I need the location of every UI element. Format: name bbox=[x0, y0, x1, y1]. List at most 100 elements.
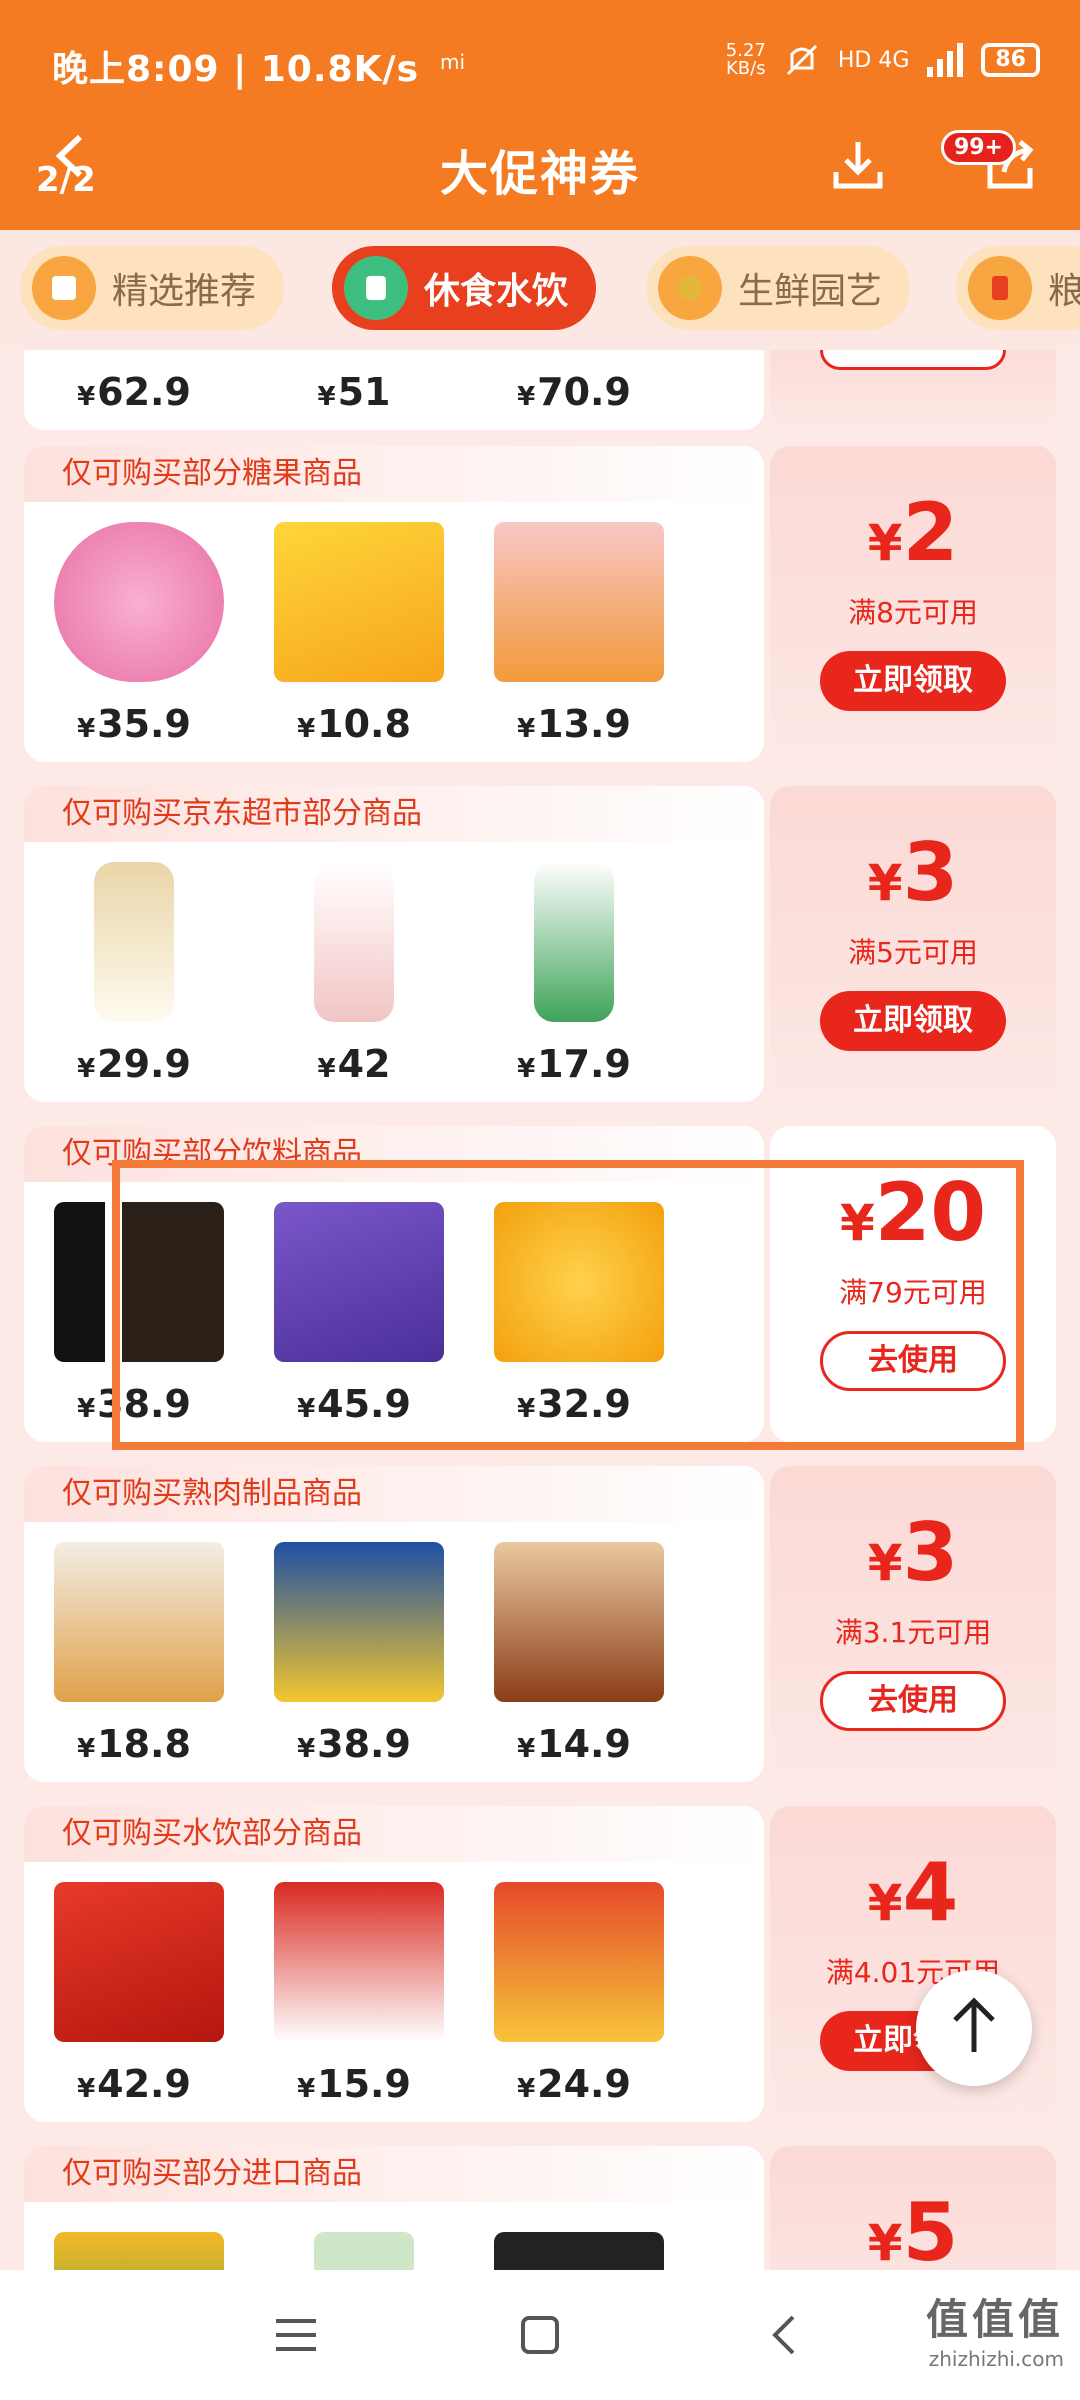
coupon-amount: ¥4 bbox=[867, 1846, 959, 1939]
product-price: ¥62.9 bbox=[77, 370, 191, 414]
product-item[interactable]: ¥17.9 bbox=[474, 842, 674, 1102]
arrow-up-icon bbox=[953, 1997, 995, 2052]
product-price: ¥45.9 bbox=[297, 1382, 411, 1426]
coupon-card-offer bbox=[770, 350, 1056, 430]
tab-label: 粮 bbox=[1048, 271, 1080, 312]
canned-peach-image bbox=[494, 1202, 664, 1362]
product-item[interactable]: ¥38.9 bbox=[34, 1182, 234, 1442]
product-item[interactable]: ¥51 bbox=[254, 350, 454, 430]
net-speed: 5.27 KB/s bbox=[725, 40, 766, 79]
claim-button[interactable]: 立即领取 bbox=[820, 651, 1006, 711]
product-item[interactable]: ¥38.9 bbox=[254, 1522, 454, 1782]
coupon-scope-label: 仅可购买部分饮料商品 bbox=[24, 1126, 764, 1182]
tab-label: 休食水饮 bbox=[424, 271, 569, 312]
tab-label: 精选推荐 bbox=[112, 271, 257, 312]
product-item[interactable]: ¥32.9 bbox=[474, 1182, 674, 1442]
coupon-card-products: 仅可购买部分进口商品 bbox=[24, 2146, 764, 2270]
product-price: ¥17.9 bbox=[517, 1042, 631, 1086]
signal-icon bbox=[927, 43, 964, 77]
coupon-condition: 满8元可用 bbox=[848, 596, 978, 629]
scroll-to-top-button[interactable] bbox=[916, 1970, 1032, 2086]
imported-box-image bbox=[494, 2232, 664, 2270]
product-item[interactable]: ¥24.9 bbox=[474, 1862, 674, 2122]
coupon-scope-label: 仅可购买部分糖果商品 bbox=[24, 446, 764, 502]
product-price: ¥42.9 bbox=[77, 2062, 191, 2106]
product-price: ¥38.9 bbox=[77, 1382, 191, 1426]
candy-jar-image bbox=[54, 522, 224, 682]
page-title: 大促神券 bbox=[439, 146, 640, 202]
coupon-amount: ¥3 bbox=[867, 1506, 959, 1599]
coupon-card-products: 仅可购买京东超市部分商品 ¥29.9 ¥42 ¥17.9 bbox=[24, 786, 764, 1102]
tab-label: 生鲜园艺 bbox=[738, 271, 883, 312]
product-price: ¥35.9 bbox=[77, 702, 191, 746]
product-item[interactable]: ¥35.9 bbox=[34, 502, 234, 762]
coupon-scope-label: 仅可购买水饮部分商品 bbox=[24, 1806, 764, 1862]
mi-icon: mi bbox=[440, 50, 466, 74]
product-item[interactable] bbox=[474, 2202, 674, 2270]
product-item[interactable]: ¥62.9 bbox=[34, 350, 234, 430]
status-time-speed: 晚上8:09 | 10.8K/s bbox=[52, 49, 420, 90]
imported-drink-image bbox=[54, 2232, 224, 2270]
grain-icon bbox=[968, 256, 1032, 320]
coupon-card-products: 仅可购买部分饮料商品 ¥38.9 ¥45.9 ¥32.9 bbox=[24, 1126, 764, 1442]
coupon-amount: ¥3 bbox=[867, 826, 959, 919]
grape-soda-image bbox=[274, 1202, 444, 1362]
nav-back-button[interactable] bbox=[744, 2300, 824, 2370]
milk-bottle-image bbox=[94, 862, 174, 1022]
black-water-image bbox=[54, 1202, 224, 1362]
product-item[interactable] bbox=[34, 2202, 234, 2270]
mute-icon bbox=[786, 44, 817, 76]
home-square-icon bbox=[521, 2316, 559, 2354]
coupon-card-offer: ¥5 bbox=[770, 2146, 1056, 2270]
product-item[interactable]: ¥14.9 bbox=[474, 1522, 674, 1782]
product-price: ¥29.9 bbox=[77, 1042, 191, 1086]
jelly-bag-image bbox=[494, 1882, 664, 2042]
product-price: ¥14.9 bbox=[517, 1722, 631, 1766]
tab-featured[interactable]: 精选推荐 bbox=[20, 246, 285, 330]
system-nav-bar: 值值值 zhizhizhi.com bbox=[0, 2270, 1080, 2400]
product-item[interactable]: ¥42 bbox=[254, 842, 454, 1102]
product-price: ¥15.9 bbox=[297, 2062, 411, 2106]
coupon-condition: 满79元可用 bbox=[839, 1276, 987, 1309]
menu-icon bbox=[276, 2319, 316, 2351]
coupon-condition: 满3.1元可用 bbox=[834, 1616, 992, 1649]
coupon-amount: ¥2 bbox=[867, 486, 959, 579]
coupon-action-button[interactable] bbox=[820, 350, 1006, 370]
product-item[interactable]: ¥45.9 bbox=[254, 1182, 454, 1442]
claim-button[interactable]: 立即领取 bbox=[820, 991, 1006, 1051]
coupon-card-products: ¥62.9 ¥51 ¥70.9 bbox=[24, 350, 764, 430]
product-item[interactable]: ¥13.9 bbox=[474, 502, 674, 762]
snacks-icon bbox=[344, 256, 408, 320]
durian-icon bbox=[658, 256, 722, 320]
tab-snacks-drinks[interactable]: 休食水饮 bbox=[332, 246, 597, 330]
product-price: ¥42 bbox=[317, 1042, 391, 1086]
coupon-card-offer: ¥4 满4.01元可用 立即领取 bbox=[770, 1806, 1056, 2122]
featured-icon bbox=[32, 256, 96, 320]
product-item[interactable]: ¥29.9 bbox=[34, 842, 234, 1102]
coupon-card-offer: ¥3 满3.1元可用 去使用 bbox=[770, 1466, 1056, 1782]
product-price: ¥10.8 bbox=[297, 702, 411, 746]
product-item[interactable]: ¥70.9 bbox=[474, 350, 674, 430]
signal-label: HD 4G bbox=[837, 47, 910, 73]
tab-grain[interactable]: 粮 bbox=[956, 246, 1080, 330]
product-price: ¥24.9 bbox=[517, 2062, 631, 2106]
product-item[interactable]: ¥10.8 bbox=[254, 502, 454, 762]
product-item[interactable]: ¥15.9 bbox=[254, 1862, 454, 2122]
download-button[interactable] bbox=[828, 134, 888, 194]
product-item[interactable]: ¥42.9 bbox=[34, 1862, 234, 2122]
gift-box-image bbox=[54, 1882, 224, 2042]
product-item[interactable]: ¥18.8 bbox=[34, 1522, 234, 1782]
notification-badge: 99+ bbox=[940, 130, 1016, 165]
coupon-card-products: 仅可购买熟肉制品商品 ¥18.8 ¥38.9 ¥14.9 bbox=[24, 1466, 764, 1782]
tab-fresh-garden[interactable]: 生鲜园艺 bbox=[646, 246, 911, 330]
coupon-condition: 满5元可用 bbox=[848, 936, 978, 969]
menu-button[interactable] bbox=[256, 2300, 336, 2370]
share-button[interactable]: 99+ bbox=[940, 130, 1040, 194]
product-item[interactable] bbox=[254, 2202, 454, 2270]
use-button[interactable]: 去使用 bbox=[820, 1671, 1006, 1731]
use-button[interactable]: 去使用 bbox=[820, 1331, 1006, 1391]
xizhilang-can-image bbox=[274, 1882, 444, 2042]
milk-bottle-image bbox=[534, 862, 614, 1022]
coupon-card-offer: ¥2 满8元可用 立即领取 bbox=[770, 446, 1056, 762]
home-button[interactable] bbox=[500, 2300, 580, 2370]
